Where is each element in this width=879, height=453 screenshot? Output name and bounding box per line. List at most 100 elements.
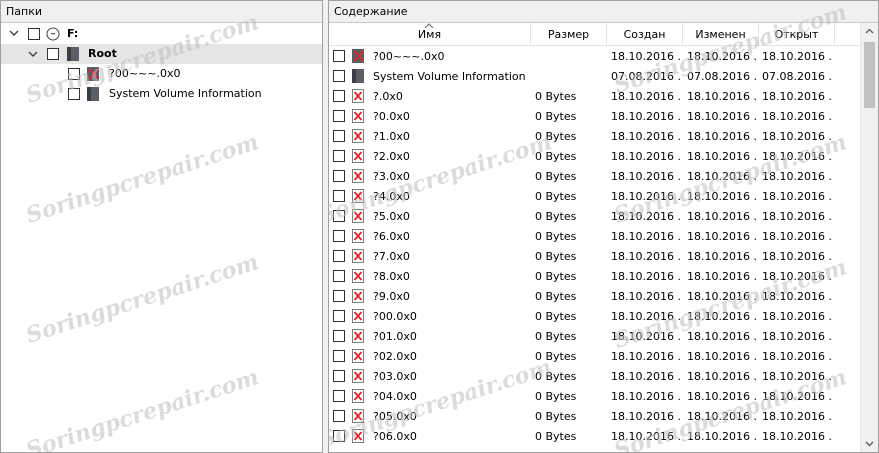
cell-size: 0 Bytes (535, 230, 577, 243)
table-row[interactable]: ?03.0x0 0 Bytes 18.10.2016 ... 18.10.2016 .… (329, 366, 860, 386)
cell-size: 0 Bytes (535, 410, 577, 423)
tree-checkbox-system-volume-information[interactable] (68, 88, 80, 100)
cell-size: 0 Bytes (535, 430, 577, 443)
deleted-file-icon (352, 189, 364, 203)
row-checkbox[interactable] (333, 90, 345, 102)
row-checkbox[interactable] (333, 50, 345, 62)
cell-modified: 18.10.2016 ... (687, 150, 757, 163)
table-row[interactable]: ?6.0x0 0 Bytes 18.10.2016 ... 18.10.2016 ..… (329, 226, 860, 246)
cell-opened: 18.10.2016 ... (762, 330, 832, 343)
table-row[interactable]: ?5.0x0 0 Bytes 18.10.2016 ... 18.10.2016 ..… (329, 206, 860, 226)
tree-node-root[interactable]: Root (1, 44, 322, 64)
row-checkbox[interactable] (333, 350, 345, 362)
table-row[interactable]: ?8.0x0 0 Bytes 18.10.2016 ... 18.10.2016 ..… (329, 266, 860, 286)
cell-name: ?00.0x0 (373, 310, 417, 323)
cell-modified: 18.10.2016 ... (687, 50, 757, 63)
deleted-file-icon (352, 369, 364, 383)
table-row[interactable]: ?9.0x0 0 Bytes 18.10.2016 ... 18.10.2016 ..… (329, 286, 860, 306)
cell-opened: 18.10.2016 ... (762, 290, 832, 303)
scroll-up-icon[interactable] (861, 23, 878, 40)
cell-size: 0 Bytes (535, 130, 577, 143)
tree-checkbox-deleted-folder[interactable] (68, 68, 80, 80)
column-header-modified[interactable]: Изменен (683, 23, 759, 45)
cell-modified: 18.10.2016 ... (687, 370, 757, 383)
table-row[interactable]: ?.0x0 0 Bytes 18.10.2016 ... 18.10.2016 ...… (329, 86, 860, 106)
cell-modified: 18.10.2016 ... (687, 90, 757, 103)
row-checkbox[interactable] (333, 210, 345, 222)
table-row[interactable]: System Volume Information 07.08.2016 ... 0… (329, 66, 860, 86)
cell-size: 0 Bytes (535, 150, 577, 163)
cell-name: ?.0x0 (373, 90, 403, 103)
deleted-file-icon (352, 249, 364, 263)
row-checkbox[interactable] (333, 230, 345, 242)
row-checkbox[interactable] (333, 430, 345, 442)
table-row[interactable]: ?02.0x0 0 Bytes 18.10.2016 ... 18.10.2016 .… (329, 346, 860, 366)
cell-modified: 18.10.2016 ... (687, 190, 757, 203)
row-checkbox[interactable] (333, 250, 345, 262)
folder-icon (67, 47, 79, 61)
vertical-scrollbar[interactable] (860, 23, 878, 452)
table-row[interactable]: ?7.0x0 0 Bytes 18.10.2016 ... 18.10.2016 ..… (329, 246, 860, 266)
cell-created: 18.10.2016 ... (611, 190, 681, 203)
table-row[interactable]: ?00.0x0 0 Bytes 18.10.2016 ... 18.10.2016 .… (329, 306, 860, 326)
cell-modified: 18.10.2016 ... (687, 350, 757, 363)
table-row[interactable]: ?04.0x0 0 Bytes 18.10.2016 ... 18.10.2016 .… (329, 386, 860, 406)
cell-modified: 18.10.2016 ... (687, 270, 757, 283)
column-header-created[interactable]: Создан (607, 23, 683, 45)
folders-pane-title: Папки (1, 1, 322, 23)
cell-opened: 18.10.2016 ... (762, 230, 832, 243)
tree-node-drive[interactable]: F: (1, 24, 322, 44)
tree-node-system-volume-information[interactable]: System Volume Information (1, 84, 322, 104)
tree-checkbox-root[interactable] (47, 48, 59, 60)
row-checkbox[interactable] (333, 410, 345, 422)
tree-node-deleted-folder[interactable]: ?00~~~.0x0 (1, 64, 322, 84)
chevron-down-icon[interactable] (9, 28, 19, 38)
cell-size: 0 Bytes (535, 170, 577, 183)
scrollbar-thumb[interactable] (864, 42, 875, 108)
deleted-file-icon (352, 429, 364, 443)
row-checkbox[interactable] (333, 390, 345, 402)
row-checkbox[interactable] (333, 310, 345, 322)
table-row[interactable]: ?06.0x0 0 Bytes 18.10.2016 ... 18.10.2016 .… (329, 426, 860, 446)
table-row[interactable]: ?05.0x0 0 Bytes 18.10.2016 ... 18.10.2016 .… (329, 406, 860, 426)
table-row[interactable]: ?01.0x0 0 Bytes 18.10.2016 ... 18.10.2016 .… (329, 326, 860, 346)
deleted-file-icon (352, 129, 364, 143)
cell-created: 18.10.2016 ... (611, 330, 681, 343)
row-checkbox[interactable] (333, 370, 345, 382)
deleted-file-icon (352, 329, 364, 343)
cell-modified: 18.10.2016 ... (687, 410, 757, 423)
scroll-down-icon[interactable] (861, 435, 878, 452)
cell-name: ?06.0x0 (373, 430, 417, 443)
cell-opened: 18.10.2016 ... (762, 170, 832, 183)
chevron-down-icon[interactable] (28, 49, 38, 59)
cell-name: ?4.0x0 (373, 190, 410, 203)
cell-created: 18.10.2016 ... (611, 390, 681, 403)
cell-modified: 18.10.2016 ... (687, 130, 757, 143)
table-row[interactable]: ?00~~~.0x0 18.10.2016 ... 18.10.2016 ... 18… (329, 46, 860, 66)
row-checkbox[interactable] (333, 270, 345, 282)
column-header-size[interactable]: Размер (531, 23, 607, 45)
watermark-text: Soringpcrepair.com (22, 364, 262, 453)
row-checkbox[interactable] (333, 150, 345, 162)
table-row[interactable]: ?0.0x0 0 Bytes 18.10.2016 ... 18.10.2016 ..… (329, 106, 860, 126)
table-row[interactable]: ?2.0x0 0 Bytes 18.10.2016 ... 18.10.2016 ..… (329, 146, 860, 166)
cell-created: 18.10.2016 ... (611, 170, 681, 183)
cell-size: 0 Bytes (535, 290, 577, 303)
cell-opened: 18.10.2016 ... (762, 370, 832, 383)
tree-checkbox-drive[interactable] (28, 28, 40, 40)
cell-modified: 18.10.2016 ... (687, 230, 757, 243)
row-checkbox[interactable] (333, 290, 345, 302)
row-checkbox[interactable] (333, 70, 345, 82)
row-checkbox[interactable] (333, 130, 345, 142)
table-row[interactable]: ?1.0x0 0 Bytes 18.10.2016 ... 18.10.2016 ..… (329, 126, 860, 146)
column-header-opened[interactable]: Открыт (759, 23, 835, 45)
table-row[interactable]: ?4.0x0 0 Bytes 18.10.2016 ... 18.10.2016 ..… (329, 186, 860, 206)
table-row[interactable]: ?3.0x0 0 Bytes 18.10.2016 ... 18.10.2016 ..… (329, 166, 860, 186)
row-checkbox[interactable] (333, 190, 345, 202)
cell-name: ?9.0x0 (373, 290, 410, 303)
row-checkbox[interactable] (333, 110, 345, 122)
row-checkbox[interactable] (333, 170, 345, 182)
column-header-name[interactable]: Имя (329, 23, 531, 45)
deleted-file-icon (352, 109, 364, 123)
row-checkbox[interactable] (333, 330, 345, 342)
